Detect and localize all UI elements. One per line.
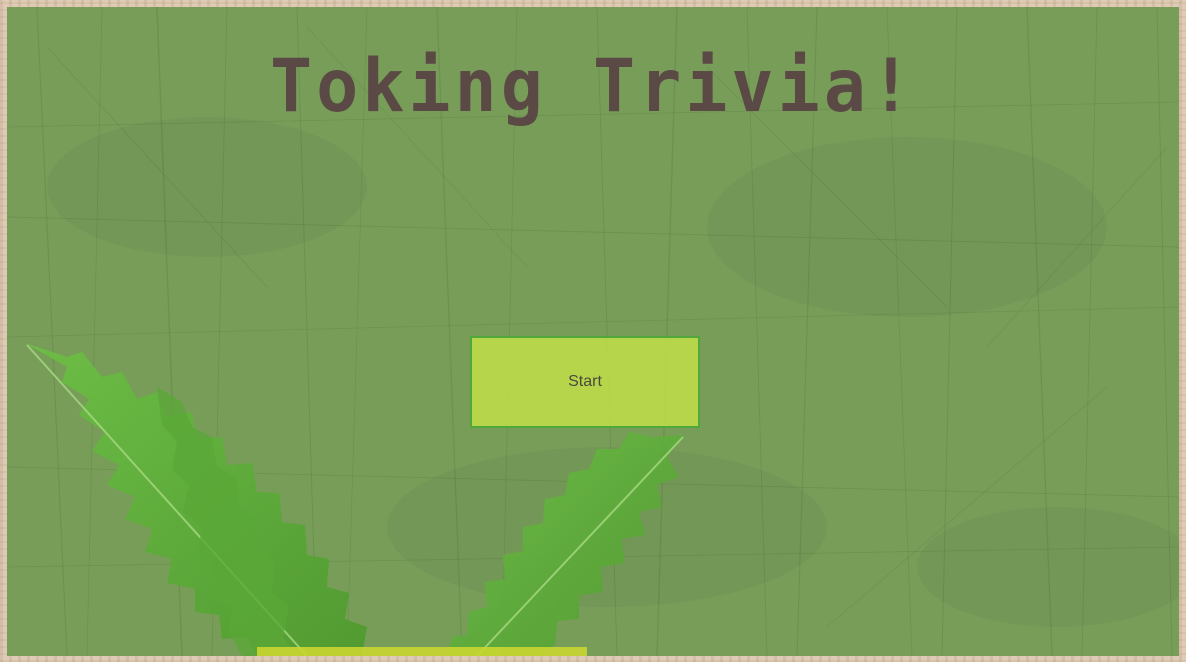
start-button[interactable]: Start — [470, 336, 700, 428]
game-title: Toking Trivia! — [269, 42, 916, 130]
game-panel: Toking Trivia! — [7, 7, 1179, 656]
